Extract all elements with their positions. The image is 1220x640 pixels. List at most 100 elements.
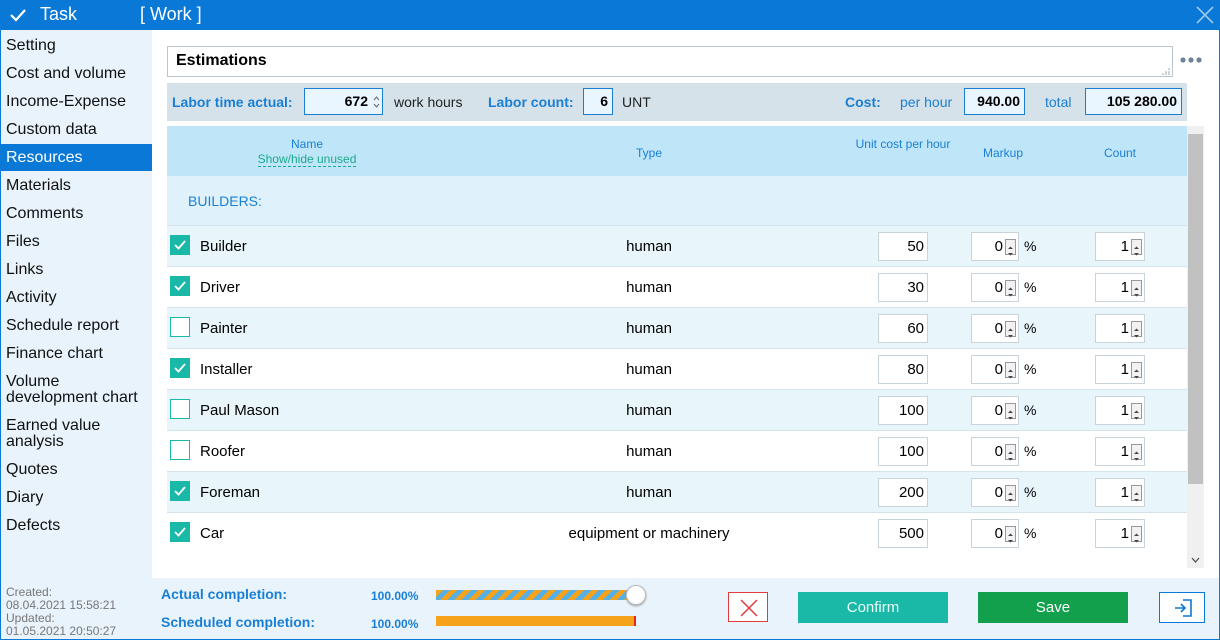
sidebar-item-files[interactable]: Files (1, 234, 152, 250)
sidebar-item-comments[interactable]: Comments (1, 206, 152, 222)
spinner-icon[interactable] (1005, 485, 1016, 502)
sidebar-item-earned-value-analysis[interactable]: Earned value analysis (1, 418, 141, 450)
percent-sign: % (1024, 238, 1037, 254)
scroll-down-icon[interactable] (1191, 557, 1200, 563)
spinner-icon[interactable] (1005, 239, 1016, 256)
unit-cost-input[interactable]: 30 (878, 273, 928, 302)
markup-input[interactable]: 0 (971, 478, 1019, 507)
scheduled-completion-value: 100.00% (371, 617, 419, 631)
row-checkbox[interactable] (170, 481, 190, 501)
spinner-icon[interactable] (1131, 239, 1142, 256)
spinner-icon[interactable] (1005, 526, 1016, 543)
more-dots-icon[interactable] (1179, 54, 1203, 66)
unit-cost-input[interactable]: 60 (878, 314, 928, 343)
spinner-icon[interactable] (1131, 485, 1142, 502)
spinner-icon[interactable] (1005, 444, 1016, 461)
window-subtitle: [ Work ] (140, 4, 202, 24)
row-checkbox[interactable] (170, 522, 190, 542)
sidebar-item-finance-chart[interactable]: Finance chart (1, 346, 152, 362)
labor-count-input[interactable]: 6 (583, 88, 613, 115)
sidebar-item-schedule-report[interactable]: Schedule report (1, 318, 152, 334)
sidebar-item-activity[interactable]: Activity (1, 290, 152, 306)
header-unit-cost: Unit cost per hour (855, 137, 951, 151)
scrollbar-thumb[interactable] (1188, 134, 1203, 484)
check-icon (10, 9, 26, 22)
sidebar-item-diary[interactable]: Diary (1, 490, 152, 506)
markup-input[interactable]: 0 (971, 396, 1019, 425)
sidebar-item-quotes[interactable]: Quotes (1, 462, 152, 478)
unit-cost-input[interactable]: 80 (878, 355, 928, 384)
resource-name: Car (200, 525, 225, 542)
header-name: Name Show/hide unused (257, 137, 357, 167)
spinner-icon[interactable] (1005, 403, 1016, 420)
markup-input[interactable]: 0 (971, 519, 1019, 548)
estimations-field[interactable]: Estimations (167, 46, 1173, 77)
show-hide-unused-link[interactable]: Show/hide unused (257, 152, 357, 167)
spinner-icon[interactable] (1131, 362, 1142, 379)
scheduled-completion-bar (436, 616, 636, 626)
resource-name: Foreman (200, 484, 261, 501)
resources-table: Name Show/hide unused Type Unit cost per… (167, 126, 1187, 568)
unit-cost-input[interactable]: 100 (878, 396, 928, 425)
percent-sign: % (1024, 484, 1037, 500)
labor-time-input[interactable]: 672 (304, 88, 383, 115)
group-header-builders: BUILDERS: (167, 176, 1187, 225)
markup-input[interactable]: 0 (971, 314, 1019, 343)
count-input[interactable]: 1 (1095, 478, 1145, 507)
count-input[interactable]: 1 (1095, 437, 1145, 466)
sidebar-item-defects[interactable]: Defects (1, 518, 152, 534)
percent-sign: % (1024, 402, 1037, 418)
unit-cost-input[interactable]: 500 (878, 519, 928, 548)
labor-time-unit: work hours (394, 94, 463, 110)
row-checkbox[interactable] (170, 358, 190, 378)
markup-input[interactable]: 0 (971, 355, 1019, 384)
spinner-icon[interactable] (1131, 444, 1142, 461)
markup-input[interactable]: 0 (971, 232, 1019, 261)
spinner-icon[interactable] (1005, 362, 1016, 379)
checkmark-icon (174, 486, 186, 496)
count-input[interactable]: 1 (1095, 396, 1145, 425)
resize-grip-icon[interactable] (1162, 67, 1170, 75)
count-input[interactable]: 1 (1095, 273, 1145, 302)
sidebar-item-cost-and-volume[interactable]: Cost and volume (1, 66, 152, 82)
unit-cost-input[interactable]: 50 (878, 232, 928, 261)
markup-input[interactable]: 0 (971, 273, 1019, 302)
row-checkbox[interactable] (170, 317, 190, 337)
actual-completion-value: 100.00% (371, 589, 419, 603)
row-checkbox[interactable] (170, 235, 190, 255)
exit-button[interactable] (1159, 592, 1205, 623)
count-input[interactable]: 1 (1095, 314, 1145, 343)
cancel-button[interactable] (728, 592, 768, 622)
sidebar-item-volume-development-chart[interactable]: Volume development chart (1, 374, 152, 406)
header-type: Type (635, 146, 662, 160)
vertical-scrollbar[interactable] (1187, 126, 1204, 568)
sidebar-item-setting[interactable]: Setting (1, 38, 152, 54)
count-input[interactable]: 1 (1095, 232, 1145, 261)
unit-cost-input[interactable]: 200 (878, 478, 928, 507)
save-button[interactable]: Save (978, 592, 1128, 623)
exit-icon (1175, 599, 1192, 617)
spinner-icon[interactable] (1131, 403, 1142, 420)
row-checkbox[interactable] (170, 276, 190, 296)
spinner-icon[interactable] (1131, 280, 1142, 297)
sidebar-item-links[interactable]: Links (1, 262, 152, 278)
sidebar-item-materials[interactable]: Materials (1, 178, 152, 194)
sidebar-item-resources[interactable]: Resources (1, 144, 152, 171)
sidebar-item-income-expense[interactable]: Income-Expense (1, 94, 152, 110)
spinner-icon[interactable] (1131, 321, 1142, 338)
row-checkbox[interactable] (170, 440, 190, 460)
count-input[interactable]: 1 (1095, 519, 1145, 548)
markup-input[interactable]: 0 (971, 437, 1019, 466)
sidebar-item-custom-data[interactable]: Custom data (1, 122, 152, 138)
spinner-icon[interactable] (1131, 526, 1142, 543)
unit-cost-input[interactable]: 100 (878, 437, 928, 466)
spinner-icon[interactable] (1005, 280, 1016, 297)
spinner-icon[interactable] (1005, 321, 1016, 338)
percent-sign: % (1024, 361, 1037, 377)
confirm-button[interactable]: Confirm (798, 592, 948, 623)
row-checkbox[interactable] (170, 399, 190, 419)
close-icon[interactable] (1194, 4, 1216, 26)
count-input[interactable]: 1 (1095, 355, 1145, 384)
spinner-icon[interactable] (373, 95, 380, 109)
completion-slider-handle[interactable] (626, 585, 646, 605)
